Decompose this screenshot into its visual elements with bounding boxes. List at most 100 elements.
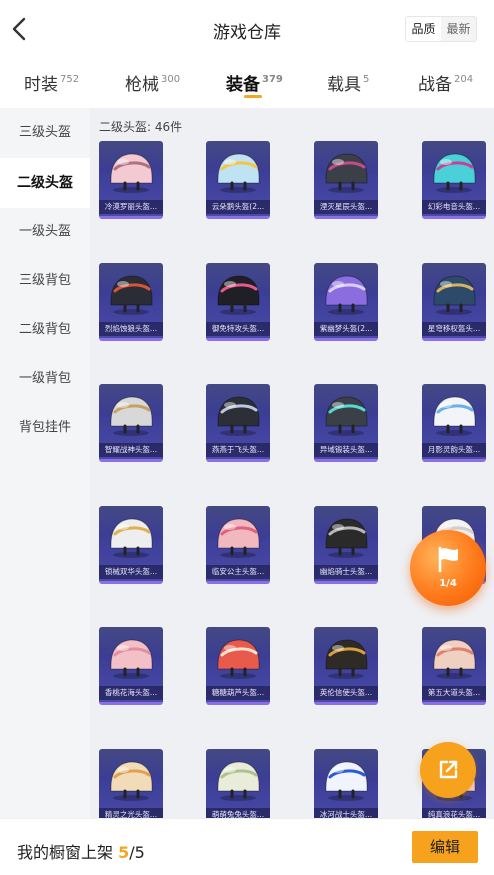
helmet-item-card[interactable]: 燕燕于飞头盔... (206, 384, 270, 462)
helmet-item-name: 云朵鹅头盔(2... (206, 200, 270, 214)
helmet-icon (110, 518, 153, 558)
tab-count: 752 (60, 74, 80, 85)
helmet-item-name: 燕燕于飞头盔... (206, 443, 270, 457)
helmet-item-card[interactable]: 锁械双华头盔... (99, 506, 163, 584)
bottom-bar: 我的橱窗上架 5/5 编辑 (0, 818, 494, 875)
helmet-item-name: 异域锻装头盔... (314, 443, 378, 457)
header: 游戏仓库 品质 最新 (0, 0, 494, 58)
tab-firearms[interactable]: 枪械 300 (125, 70, 180, 95)
helmet-icon (217, 761, 260, 801)
sidebar-item-level3-helmet[interactable]: 三级头盔 (0, 108, 90, 158)
helmet-icon (110, 153, 153, 193)
tab-count: 300 (161, 74, 181, 85)
helmet-item-card[interactable]: 临安公主头盔... (206, 506, 270, 584)
tab-equipment[interactable]: 装备 379 (226, 70, 283, 95)
tab-count: 5 (363, 74, 370, 85)
helmet-item-card[interactable]: 冷漠罗丽头盔... (99, 141, 163, 219)
tab-count: 204 (454, 74, 474, 85)
helmet-icon (110, 396, 153, 436)
helmet-item-name: 冰河战士头盔... (314, 808, 378, 818)
helmet-item-name: 香桃花海头盔... (99, 686, 163, 700)
helmet-item-card[interactable]: 月影灵韵头盔... (422, 384, 486, 462)
edit-button[interactable]: 编辑 (412, 831, 478, 863)
helmet-item-card[interactable]: 烈焰蚀狼头盔... (99, 263, 163, 341)
helmet-item-card[interactable]: 御免特攻头盔... (206, 263, 270, 341)
helmet-item-card[interactable]: 湮灭星辰头盔... (314, 141, 378, 219)
helmet-icon (325, 396, 368, 436)
helmet-item-card[interactable]: 异域锻装头盔... (314, 384, 378, 462)
helmet-item-name: 英伦信使头盔... (314, 686, 378, 700)
helmet-icon (217, 518, 260, 558)
tab-label: 时装 (24, 75, 58, 95)
helmet-icon (217, 153, 260, 193)
helmet-item-card[interactable]: 星穹移权盔头... (422, 263, 486, 341)
sort-option-quality[interactable]: 品质 (406, 17, 441, 41)
helmet-item-card[interactable]: 幻彩电音头盔... (422, 141, 486, 219)
sidebar-item-level1-helmet[interactable]: 一级头盔 (0, 207, 90, 257)
sidebar-item-backpack-charm[interactable]: 背包挂件 (0, 403, 90, 453)
helmet-icon (325, 518, 368, 558)
item-count-label: 二级头盔: 46件 (99, 120, 183, 134)
tab-label: 载具 (327, 75, 361, 95)
helmet-item-card[interactable]: 云朵鹅头盔(2... (206, 141, 270, 219)
helmet-icon (433, 639, 476, 679)
helmet-icon (217, 639, 260, 679)
tab-label: 装备 (226, 75, 260, 95)
tab-label: 枪械 (125, 75, 159, 95)
helmet-icon (217, 275, 260, 315)
helmet-item-card[interactable]: 英伦信使头盔... (314, 627, 378, 705)
helmet-icon (325, 761, 368, 801)
item-grid-panel: 二级头盔: 46件 冷漠罗丽头盔... 云朵鹅头盔(2... 湮灭星辰头盔... 幻彩… (90, 108, 494, 818)
tab-count: 379 (262, 74, 283, 85)
helmet-item-name: 烈焰蚀狼头盔... (99, 322, 163, 336)
helmet-item-name: 幽焰骑士头盔... (314, 565, 378, 579)
helmet-item-card[interactable]: 紫幽梦头盔(2... (314, 263, 378, 341)
tab-vehicles[interactable]: 载具 5 (327, 70, 369, 95)
helmet-item-card[interactable]: 幽焰骑士头盔... (314, 506, 378, 584)
helmet-icon (325, 153, 368, 193)
helmet-icon (433, 396, 476, 436)
helmet-item-name: 冷漠罗丽头盔... (99, 200, 163, 214)
tab-label: 战备 (418, 75, 452, 95)
helmet-item-card[interactable]: 冰河战士头盔... (314, 749, 378, 818)
flag-icon (438, 546, 458, 573)
sidebar: 三级头盔 二级头盔 一级头盔 三级背包 二级背包 一级背包 背包挂件 (0, 108, 90, 818)
sidebar-item-level1-backpack[interactable]: 一级背包 (0, 354, 90, 404)
helmet-icon (110, 761, 153, 801)
helmet-item-name: 幻彩电音头盔... (422, 200, 486, 214)
helmet-item-card[interactable]: 第五大道头盔... (422, 627, 486, 705)
helmet-item-card[interactable]: 糖糖葫芦头盔... (206, 627, 270, 705)
sort-toggle: 品质 最新 (405, 16, 477, 42)
showcase-total-count: /5 (129, 843, 145, 862)
helmet-item-card[interactable]: 智耀战神头盔... (99, 384, 163, 462)
helmet-item-card[interactable]: 精灵之光头盔... (99, 749, 163, 818)
page-indicator: 1/4 (439, 578, 457, 589)
helmet-icon (325, 275, 368, 315)
share-external-icon (439, 760, 458, 779)
helmet-item-name: 临安公主头盔... (206, 565, 270, 579)
floating-page-button[interactable]: 1/4 (410, 530, 486, 606)
tab-fashion[interactable]: 时装 752 (24, 70, 79, 95)
helmet-item-name: 锁械双华头盔... (99, 565, 163, 579)
helmet-icon (110, 639, 153, 679)
sidebar-item-level3-backpack[interactable]: 三级背包 (0, 256, 90, 306)
helmet-item-name: 智耀战神头盔... (99, 443, 163, 457)
sidebar-item-level2-backpack[interactable]: 二级背包 (0, 305, 90, 355)
showcase-label-text: 我的橱窗上架 (17, 843, 114, 862)
helmet-item-name: 纯真浪花头盔... (422, 808, 486, 818)
helmet-item-name: 星穹移权盔头... (422, 322, 486, 336)
helmet-icon (325, 639, 368, 679)
share-button[interactable] (420, 742, 476, 798)
helmet-item-card[interactable]: 萌萌兔兔头盔... (206, 749, 270, 818)
category-tabs: 时装 752 枪械 300 装备 379 载具 5 战备 204 (0, 58, 494, 108)
sidebar-item-level2-helmet[interactable]: 二级头盔 (0, 158, 90, 208)
active-tab-indicator (244, 95, 262, 98)
sort-option-latest[interactable]: 最新 (441, 17, 476, 41)
helmet-item-name: 糖糖葫芦头盔... (206, 686, 270, 700)
helmet-item-name: 第五大道头盔... (422, 686, 486, 700)
helmet-item-name: 月影灵韵头盔... (422, 443, 486, 457)
helmet-item-name: 紫幽梦头盔(2... (314, 322, 378, 336)
helmet-item-card[interactable]: 香桃花海头盔... (99, 627, 163, 705)
helmet-icon (433, 153, 476, 193)
tab-supplies[interactable]: 战备 204 (418, 70, 473, 95)
